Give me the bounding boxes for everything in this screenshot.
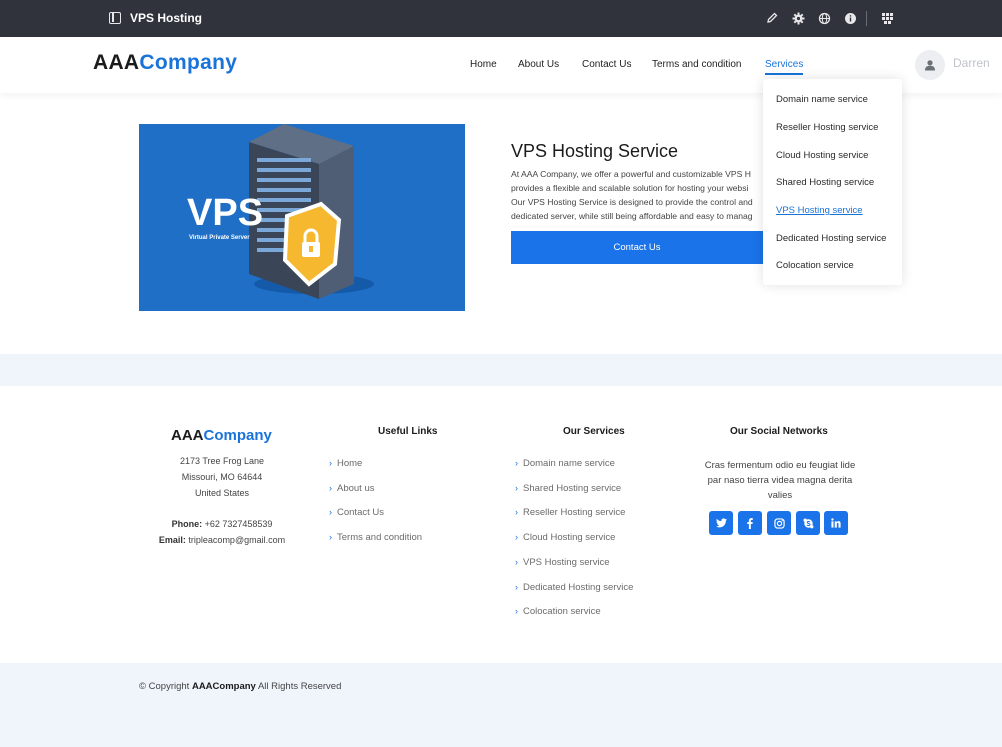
- site-logo[interactable]: AAACompany: [93, 51, 237, 75]
- dropdown-item-colocation[interactable]: Colocation service: [776, 260, 854, 271]
- chevron-right-icon: ›: [515, 507, 518, 517]
- footer-bottom-bar: [0, 663, 1002, 747]
- avatar[interactable]: [915, 50, 945, 80]
- footer-link-contact[interactable]: › Contact Us: [329, 507, 384, 518]
- chevron-right-icon: ›: [515, 582, 518, 592]
- dropdown-item-dedicated[interactable]: Dedicated Hosting service: [776, 233, 886, 244]
- globe-icon[interactable]: [816, 10, 832, 26]
- dropdown-item-shared[interactable]: Shared Hosting service: [776, 177, 874, 188]
- nav-terms[interactable]: Terms and condition: [652, 59, 742, 70]
- footer-link-home[interactable]: › Home: [329, 458, 362, 469]
- chevron-right-icon: ›: [329, 483, 332, 493]
- social-description: Cras fermentum odio eu feugiat lide par …: [704, 460, 856, 501]
- gear-icon[interactable]: [790, 10, 806, 26]
- apps-grid-icon[interactable]: [879, 10, 895, 26]
- chevron-right-icon: ›: [329, 507, 332, 517]
- dropdown-item-domain[interactable]: Domain name service: [776, 94, 868, 105]
- footer-link-terms[interactable]: › Terms and condition: [329, 532, 422, 543]
- footer-service-cloud[interactable]: › Cloud Hosting service: [515, 532, 615, 543]
- dropdown-item-vps[interactable]: VPS Hosting service: [776, 205, 863, 216]
- app-title: VPS Hosting: [130, 11, 203, 25]
- dropdown-item-cloud[interactable]: Cloud Hosting service: [776, 150, 868, 161]
- instagram-icon[interactable]: [767, 511, 791, 535]
- toolbar-divider: [866, 11, 867, 26]
- useful-links-title: Useful Links: [378, 426, 438, 437]
- our-services-title: Our Services: [563, 426, 625, 437]
- address-line: Missouri, MO 64644: [181, 472, 263, 482]
- chevron-right-icon: ›: [515, 606, 518, 616]
- panel-icon[interactable]: [109, 12, 121, 24]
- illustration-text: VPS: [187, 192, 264, 234]
- section-divider-band: [0, 354, 1002, 386]
- footer-service-reseller[interactable]: › Reseller Hosting service: [515, 507, 625, 518]
- page-title: VPS Hosting Service: [511, 141, 679, 161]
- nav-services[interactable]: Services: [765, 59, 804, 75]
- nav-home[interactable]: Home: [470, 59, 497, 70]
- user-name[interactable]: Darren: [953, 56, 990, 70]
- footer-logo[interactable]: AAACompany: [171, 427, 272, 444]
- address-line: 2173 Tree Frog Lane: [179, 456, 265, 466]
- contact-us-button[interactable]: Contact Us: [511, 231, 763, 264]
- chevron-right-icon: ›: [515, 458, 518, 468]
- illustration-subtext: Virtual Private Server: [189, 235, 250, 241]
- app-bar: VPS Hosting: [0, 0, 1002, 37]
- footer-service-colocation[interactable]: › Colocation service: [515, 606, 601, 617]
- info-icon[interactable]: [842, 10, 858, 26]
- twitter-icon[interactable]: [709, 511, 733, 535]
- pencil-icon[interactable]: [764, 10, 780, 26]
- nav-contact-us[interactable]: Contact Us: [582, 59, 631, 70]
- chevron-right-icon: ›: [515, 483, 518, 493]
- user-icon: [925, 60, 935, 71]
- phone-info: Phone: +62 7327458539: [171, 519, 273, 529]
- footer-service-domain[interactable]: › Domain name service: [515, 458, 615, 469]
- service-description: At AAA Company, we offer a powerful and …: [511, 169, 753, 221]
- vps-illustration: VPS Virtual Private Server: [139, 124, 465, 311]
- chevron-right-icon: ›: [515, 557, 518, 567]
- chevron-right-icon: ›: [329, 458, 332, 468]
- footer-link-about[interactable]: › About us: [329, 483, 375, 494]
- email-info: Email: tripleacomp@gmail.com: [158, 535, 286, 545]
- copyright-text: © Copyright AAACompany All Rights Reserv…: [139, 681, 342, 692]
- footer-service-shared[interactable]: › Shared Hosting service: [515, 483, 621, 494]
- chevron-right-icon: ›: [329, 532, 332, 542]
- social-networks-title: Our Social Networks: [730, 426, 828, 437]
- nav-about-us[interactable]: About Us: [518, 59, 559, 70]
- footer-service-vps[interactable]: › VPS Hosting service: [515, 557, 610, 568]
- address-line: United States: [194, 488, 250, 498]
- skype-icon[interactable]: [796, 511, 820, 535]
- footer-service-dedicated[interactable]: › Dedicated Hosting service: [515, 582, 633, 593]
- services-dropdown: Domain name service Reseller Hosting ser…: [763, 79, 902, 285]
- linkedin-icon[interactable]: [824, 511, 848, 535]
- facebook-icon[interactable]: [738, 511, 762, 535]
- dropdown-item-reseller[interactable]: Reseller Hosting service: [776, 122, 878, 133]
- chevron-right-icon: ›: [515, 532, 518, 542]
